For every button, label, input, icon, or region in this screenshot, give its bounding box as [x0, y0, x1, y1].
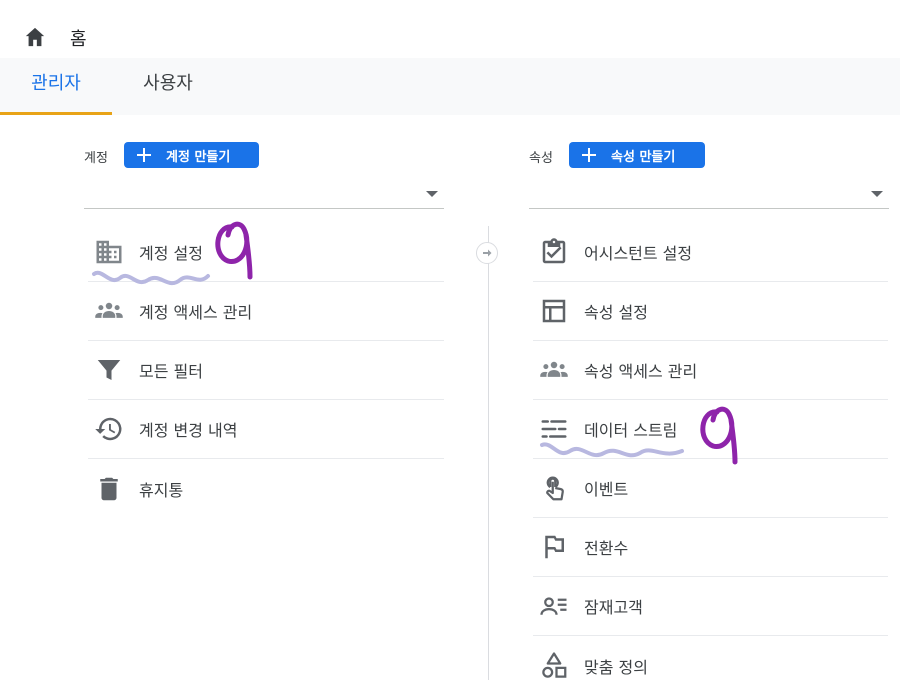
people-icon — [539, 355, 569, 385]
home-icon[interactable] — [24, 26, 46, 48]
menu-item-label: 계정 설정 — [139, 244, 203, 263]
dropdown-caret-icon — [871, 191, 883, 197]
menu-item-account-settings[interactable]: 계정 설정 — [88, 223, 444, 282]
plus-icon — [582, 148, 596, 162]
tab-user[interactable]: 사용자 — [120, 58, 216, 115]
menu-item-label: 맞춤 정의 — [584, 657, 648, 677]
menu-item-events[interactable]: 이벤트 — [533, 459, 888, 518]
tab-bar: 관리자 사용자 — [0, 58, 900, 115]
property-heading: 속성 — [529, 151, 553, 166]
menu-item-label: 계정 변경 내역 — [139, 421, 238, 440]
menu-item-label: 계정 액세스 관리 — [139, 303, 253, 322]
filter-icon — [94, 355, 124, 385]
menu-item-label: 전환수 — [584, 539, 629, 558]
home-label[interactable]: 홈 — [70, 25, 87, 51]
property-menu: 어시스턴트 설정 속성 설정 속성 액세스 관리 데이터 스트림 이벤트 전환수 — [533, 223, 888, 680]
menu-item-account-access[interactable]: 계정 액세스 관리 — [88, 282, 444, 341]
menu-item-change-history[interactable]: 계정 변경 내역 — [88, 400, 444, 459]
plus-icon — [137, 148, 151, 162]
menu-item-data-streams[interactable]: 데이터 스트림 — [533, 400, 888, 459]
building-icon — [94, 237, 124, 267]
menu-item-property-settings[interactable]: 속성 설정 — [533, 282, 888, 341]
create-account-label: 계정 만들기 — [166, 149, 231, 165]
menu-item-label: 데이터 스트림 — [584, 421, 678, 440]
menu-item-trash[interactable]: 휴지통 — [88, 459, 444, 518]
layout-icon — [539, 296, 569, 326]
account-heading: 계정 — [84, 151, 108, 166]
account-menu: 계정 설정 계정 액세스 관리 모든 필터 계정 변경 내역 휴지통 — [88, 223, 444, 518]
menu-item-label: 휴지통 — [139, 480, 184, 500]
menu-item-label: 이벤트 — [584, 480, 629, 499]
audience-icon — [539, 591, 569, 621]
menu-item-custom-definitions[interactable]: 맞춤 정의 — [533, 636, 888, 680]
trash-icon — [94, 474, 124, 504]
menu-item-property-access[interactable]: 속성 액세스 관리 — [533, 341, 888, 400]
top-bar: 홈 — [0, 0, 900, 58]
property-selector[interactable] — [529, 178, 889, 209]
menu-item-audiences[interactable]: 잠재고객 — [533, 577, 888, 636]
menu-item-all-filters[interactable]: 모든 필터 — [88, 341, 444, 400]
history-icon — [94, 414, 124, 444]
touch-icon — [539, 473, 569, 503]
menu-item-label: 모든 필터 — [139, 362, 203, 381]
people-icon — [94, 296, 124, 326]
flag-icon — [539, 532, 569, 562]
data-streams-icon — [539, 414, 569, 444]
arrow-right-icon — [476, 242, 498, 264]
dropdown-caret-icon — [426, 191, 438, 197]
menu-item-label: 잠재고객 — [584, 598, 643, 617]
column-divider — [488, 226, 489, 680]
menu-item-label: 속성 설정 — [584, 303, 648, 322]
menu-item-label: 속성 액세스 관리 — [584, 362, 698, 381]
menu-item-assistant-settings[interactable]: 어시스턴트 설정 — [533, 223, 888, 282]
tab-admin[interactable]: 관리자 — [0, 58, 112, 115]
create-property-label: 속성 만들기 — [611, 149, 676, 165]
create-account-button[interactable]: 계정 만들기 — [124, 142, 259, 168]
account-selector[interactable] — [84, 178, 444, 209]
create-property-button[interactable]: 속성 만들기 — [569, 142, 705, 168]
menu-item-conversions[interactable]: 전환수 — [533, 518, 888, 577]
shapes-icon — [539, 651, 569, 680]
clipboard-check-icon — [539, 237, 569, 267]
menu-item-label: 어시스턴트 설정 — [584, 244, 693, 263]
